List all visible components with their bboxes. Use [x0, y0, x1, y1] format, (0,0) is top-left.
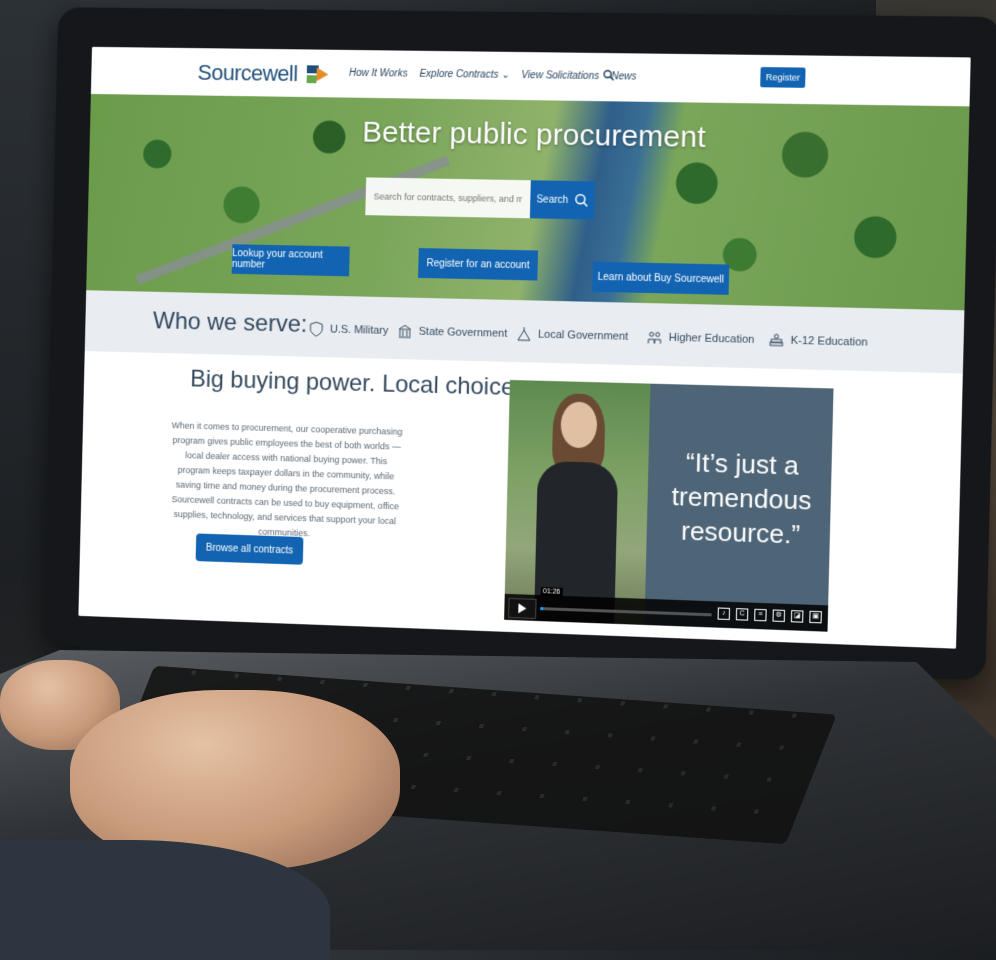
settings-icon[interactable]: ⚙: [772, 609, 786, 623]
learn-buy-sourcewell-button[interactable]: Learn about Buy Sourcewell: [592, 261, 730, 295]
video-control-icons: ♪ C ≡ ⚙ ◪ ▣ ⤢: [717, 607, 834, 625]
laptop-bezel: Sourcewell How It Works Explore Contract…: [43, 7, 996, 681]
capitol-building-icon: [397, 323, 413, 339]
video-controls: 01:26 ♪ C ≡ ⚙ ◪ ▣ ⤢: [504, 587, 834, 632]
nav-explore-contracts[interactable]: Explore Contracts ⌄: [419, 69, 509, 81]
who-we-serve-label: Who we serve:: [152, 307, 308, 338]
logo-text: Sourcewell: [197, 59, 298, 86]
register-button[interactable]: Register: [760, 67, 806, 88]
lookup-account-button[interactable]: Lookup your account number: [231, 244, 350, 277]
play-icon[interactable]: [508, 597, 537, 619]
search-button-label: Search: [536, 193, 569, 206]
nav-how-it-works[interactable]: How It Works: [349, 68, 408, 80]
hero-title: Better public procurement: [361, 115, 706, 155]
content-title: Big buying power. Local choice.: [189, 365, 522, 402]
main-nav: How It Works Explore Contracts ⌄ View So…: [349, 68, 637, 83]
laptop-screen: Sourcewell How It Works Explore Contract…: [78, 46, 971, 649]
serve-military-link[interactable]: U.S. Military: [308, 321, 389, 339]
serve-higher-ed-label: Higher Education: [668, 331, 755, 346]
browse-contracts-button[interactable]: Browse all contracts: [195, 533, 304, 565]
shield-icon: [308, 321, 324, 337]
queue-icon[interactable]: ≡: [754, 608, 767, 622]
books-icon: [768, 332, 785, 349]
content-body: When it comes to procurement, our cooper…: [171, 420, 403, 539]
video-progress-fill: [540, 607, 544, 611]
search-button[interactable]: Search: [529, 180, 595, 220]
search-input[interactable]: [371, 190, 525, 206]
nav-news[interactable]: News: [611, 71, 636, 82]
video-thumbnail-photo: [504, 379, 651, 625]
graduates-icon: [646, 329, 663, 345]
search-icon: [574, 193, 588, 207]
video-progress-bar[interactable]: [540, 607, 712, 617]
register-account-button[interactable]: Register for an account: [418, 248, 539, 281]
serve-local-link[interactable]: Local Government: [516, 326, 629, 345]
nav-view-solicitations[interactable]: View Solicitations: [521, 70, 599, 82]
serve-state-link[interactable]: State Government: [397, 323, 508, 342]
captions-icon[interactable]: C: [735, 608, 749, 621]
video-player[interactable]: “It’s just a tremendous resource.” 01:26…: [504, 379, 834, 632]
serve-local-label: Local Government: [537, 328, 629, 343]
serve-military-label: U.S. Military: [329, 323, 389, 337]
nav-explore-contracts-label: Explore Contracts: [419, 68, 499, 81]
video-timecode: 01:26: [540, 587, 563, 597]
chevron-down-icon: ⌄: [501, 69, 510, 81]
main-content: Big buying power. Local choice. When it …: [78, 351, 963, 649]
serve-state-label: State Government: [418, 325, 508, 340]
serve-higher-ed-link[interactable]: Higher Education: [646, 329, 754, 348]
serve-k12-link[interactable]: K-12 Education: [768, 332, 868, 351]
volume-icon[interactable]: ♪: [717, 607, 731, 621]
fullscreen-icon[interactable]: ⤢: [827, 611, 834, 625]
hero-banner: Better public procurement Search Lookup …: [86, 93, 970, 311]
video-quote: “It’s just a tremendous resource.”: [671, 447, 812, 550]
sourcewell-logo[interactable]: Sourcewell: [197, 60, 329, 87]
cast-icon[interactable]: ◪: [790, 610, 804, 623]
local-government-icon: [516, 327, 531, 341]
logo-mark-icon: [306, 65, 329, 84]
search-icon[interactable]: [602, 69, 614, 81]
pip-icon[interactable]: ▣: [809, 610, 822, 624]
hero-search-box: [365, 177, 531, 219]
serve-k12-label: K-12 Education: [790, 334, 868, 349]
